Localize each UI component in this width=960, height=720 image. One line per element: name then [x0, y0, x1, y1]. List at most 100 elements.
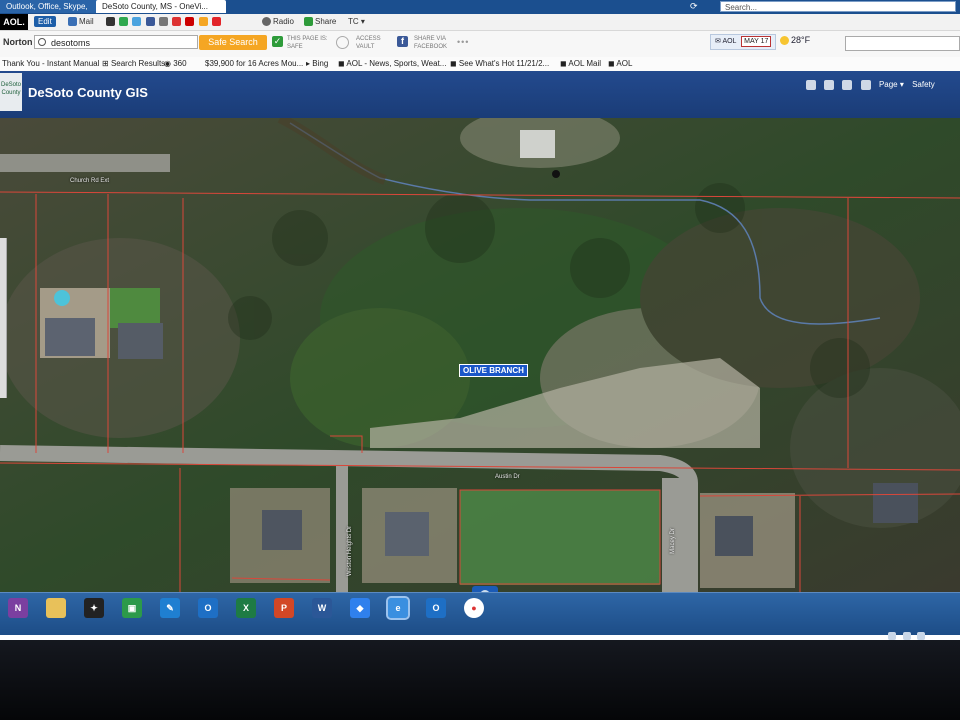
tab-desoto-county[interactable]: DeSoto County, MS - OneVi...: [96, 0, 226, 13]
aol-mail-brand: AOL: [722, 38, 737, 45]
facebook-share-icon[interactable]: f: [397, 36, 408, 47]
powerpoint-icon[interactable]: P: [274, 598, 294, 618]
page-tools: Page ▾ Safety: [806, 80, 935, 90]
secondary-search-input[interactable]: [845, 36, 960, 51]
aol-mail-icon: ◼: [560, 59, 567, 68]
share-via-line1: SHARE VIA: [414, 36, 447, 42]
envelope-icon: ✉: [715, 38, 721, 45]
bing-icon: ▸: [306, 59, 311, 68]
road-label-church: Church Rd Ext: [70, 178, 110, 184]
fav-bing-label: Bing: [312, 59, 329, 68]
norton-search-input[interactable]: desotoms: [34, 35, 198, 49]
page-menu[interactable]: Page: [879, 80, 898, 89]
toolbar-icons-a[interactable]: [106, 16, 223, 28]
edit-button[interactable]: Edit: [34, 16, 56, 27]
share-via-line2: FACEBOOK: [414, 44, 448, 50]
tab-outlook[interactable]: Outlook, Office, Skype,: [0, 0, 100, 13]
weather-widget[interactable]: 28°F: [780, 35, 811, 46]
file-explorer-icon[interactable]: [46, 598, 66, 618]
fav-aol-label: AOL: [616, 59, 633, 68]
road-label-weston: Weston Heights Dr: [347, 525, 354, 577]
more-options-icon[interactable]: •••: [457, 37, 469, 47]
share-facebook-button[interactable]: SHARE VIA FACEBOOK: [414, 35, 447, 51]
photos-icon[interactable]: ✦: [84, 598, 104, 618]
weather-temp: 28°F: [791, 35, 811, 45]
chrome-icon[interactable]: ●: [464, 598, 484, 618]
map-zoom-slider[interactable]: [0, 238, 7, 398]
fav-360[interactable]: ◉ 360: [164, 58, 187, 70]
aol-mail-widget[interactable]: ✉ AOL MAY 17: [710, 34, 777, 50]
volume-icon[interactable]: [902, 632, 911, 640]
excel-icon[interactable]: X: [236, 598, 256, 618]
aol-icon: ◼: [608, 59, 615, 68]
fav-whats-hot[interactable]: ◼ See What's Hot 11/21/2...: [450, 58, 549, 70]
safe-check-icon[interactable]: ✓: [272, 36, 283, 47]
norton-logo: Norton: [3, 37, 33, 47]
radio-button[interactable]: Radio: [262, 16, 294, 28]
fav-aol-news[interactable]: ◼ AOL - News, Sports, Weat...: [338, 58, 446, 70]
fav-bing[interactable]: ▸ Bing: [306, 58, 328, 70]
tc-button[interactable]: TC ▾: [348, 16, 365, 28]
fav-acres[interactable]: $39,900 for 16 Acres Mou...: [205, 58, 303, 70]
chevron-down-icon: ▾: [360, 17, 365, 26]
feeds-icon[interactable]: [824, 80, 835, 90]
refresh-icon[interactable]: ⟳: [690, 1, 698, 12]
olive-branch-label: OLIVE BRANCH: [459, 364, 528, 377]
vault-icon[interactable]: [336, 36, 349, 49]
feather-icon[interactable]: ✎: [160, 598, 180, 618]
store-icon[interactable]: ▣: [122, 598, 142, 618]
network-icon[interactable]: [888, 632, 896, 640]
county-logo: DeSoto County: [0, 73, 22, 111]
print-icon[interactable]: [860, 80, 871, 90]
radio-label: Radio: [273, 17, 294, 26]
onenote-icon[interactable]: N: [8, 598, 28, 618]
browser-search-input[interactable]: Search...: [720, 1, 956, 12]
search-icon: [38, 38, 46, 46]
safety-menu[interactable]: Safety: [912, 80, 935, 89]
fav-aol-mail-label: AOL Mail: [568, 59, 602, 68]
mail-button[interactable]: Mail: [68, 16, 94, 28]
mail-tool-icon[interactable]: [842, 80, 853, 90]
tv-icon: [211, 17, 221, 27]
fav-360-label: 360: [173, 59, 187, 68]
dropbox-icon[interactable]: ◆: [350, 598, 370, 618]
twitter-icon: [132, 17, 142, 27]
sun-icon: [780, 36, 789, 46]
outlook-icon[interactable]: O: [198, 598, 218, 618]
road-label-macey: Macey Dr: [669, 528, 676, 554]
fav-thank-you[interactable]: Thank You - Instant Manual: [2, 58, 99, 70]
aerial-imagery: [0, 118, 960, 592]
search-results-icon: ⊞: [102, 59, 109, 68]
fav-search-results[interactable]: ⊞ Search Results: [102, 58, 165, 70]
flag-icon: [172, 17, 182, 27]
whats-hot-icon: ◼: [450, 59, 457, 68]
monitor-screen: Outlook, Office, Skype, DeSoto County, M…: [0, 0, 960, 640]
netflix-icon: [185, 17, 195, 27]
road-label-austin: Austin Dr: [495, 474, 520, 480]
monitor-bezel: [0, 640, 960, 720]
safe-search-button[interactable]: Safe Search: [199, 35, 267, 50]
share-label: Share: [315, 17, 337, 26]
access-vault-line1: ACCESS: [356, 36, 381, 42]
fav-aol-news-label: AOL - News, Sports, Weat...: [346, 59, 447, 68]
access-vault-button[interactable]: ACCESS VAULT: [356, 35, 381, 51]
word-icon[interactable]: W: [312, 598, 332, 618]
fav-aol-mail[interactable]: ◼ AOL Mail: [560, 58, 601, 70]
page-safety-line2: SAFE: [287, 44, 303, 50]
system-tray[interactable]: [888, 632, 960, 640]
internet-explorer-icon[interactable]: e: [386, 596, 410, 620]
access-vault-line2: VAULT: [356, 44, 375, 50]
home-icon[interactable]: [806, 80, 816, 90]
360-icon: ◉: [164, 59, 171, 68]
aol-logo[interactable]: AOL.: [0, 14, 28, 30]
outlook-2-icon[interactable]: O: [426, 598, 446, 618]
share-button[interactable]: Share: [304, 16, 336, 28]
page-safety-status[interactable]: THIS PAGE IS: SAFE: [287, 35, 328, 51]
battery-icon[interactable]: [917, 632, 926, 640]
date-badge: MAY 17: [741, 36, 772, 47]
aerial-map[interactable]: OLIVE BRANCH Church Rd Ext Austin Dr Wes…: [0, 118, 960, 592]
fav-search-results-label: Search Results: [110, 59, 166, 68]
fav-aol[interactable]: ◼ AOL: [608, 58, 632, 70]
email-icon: [198, 17, 208, 27]
page-safety-line1: THIS PAGE IS:: [287, 36, 328, 42]
